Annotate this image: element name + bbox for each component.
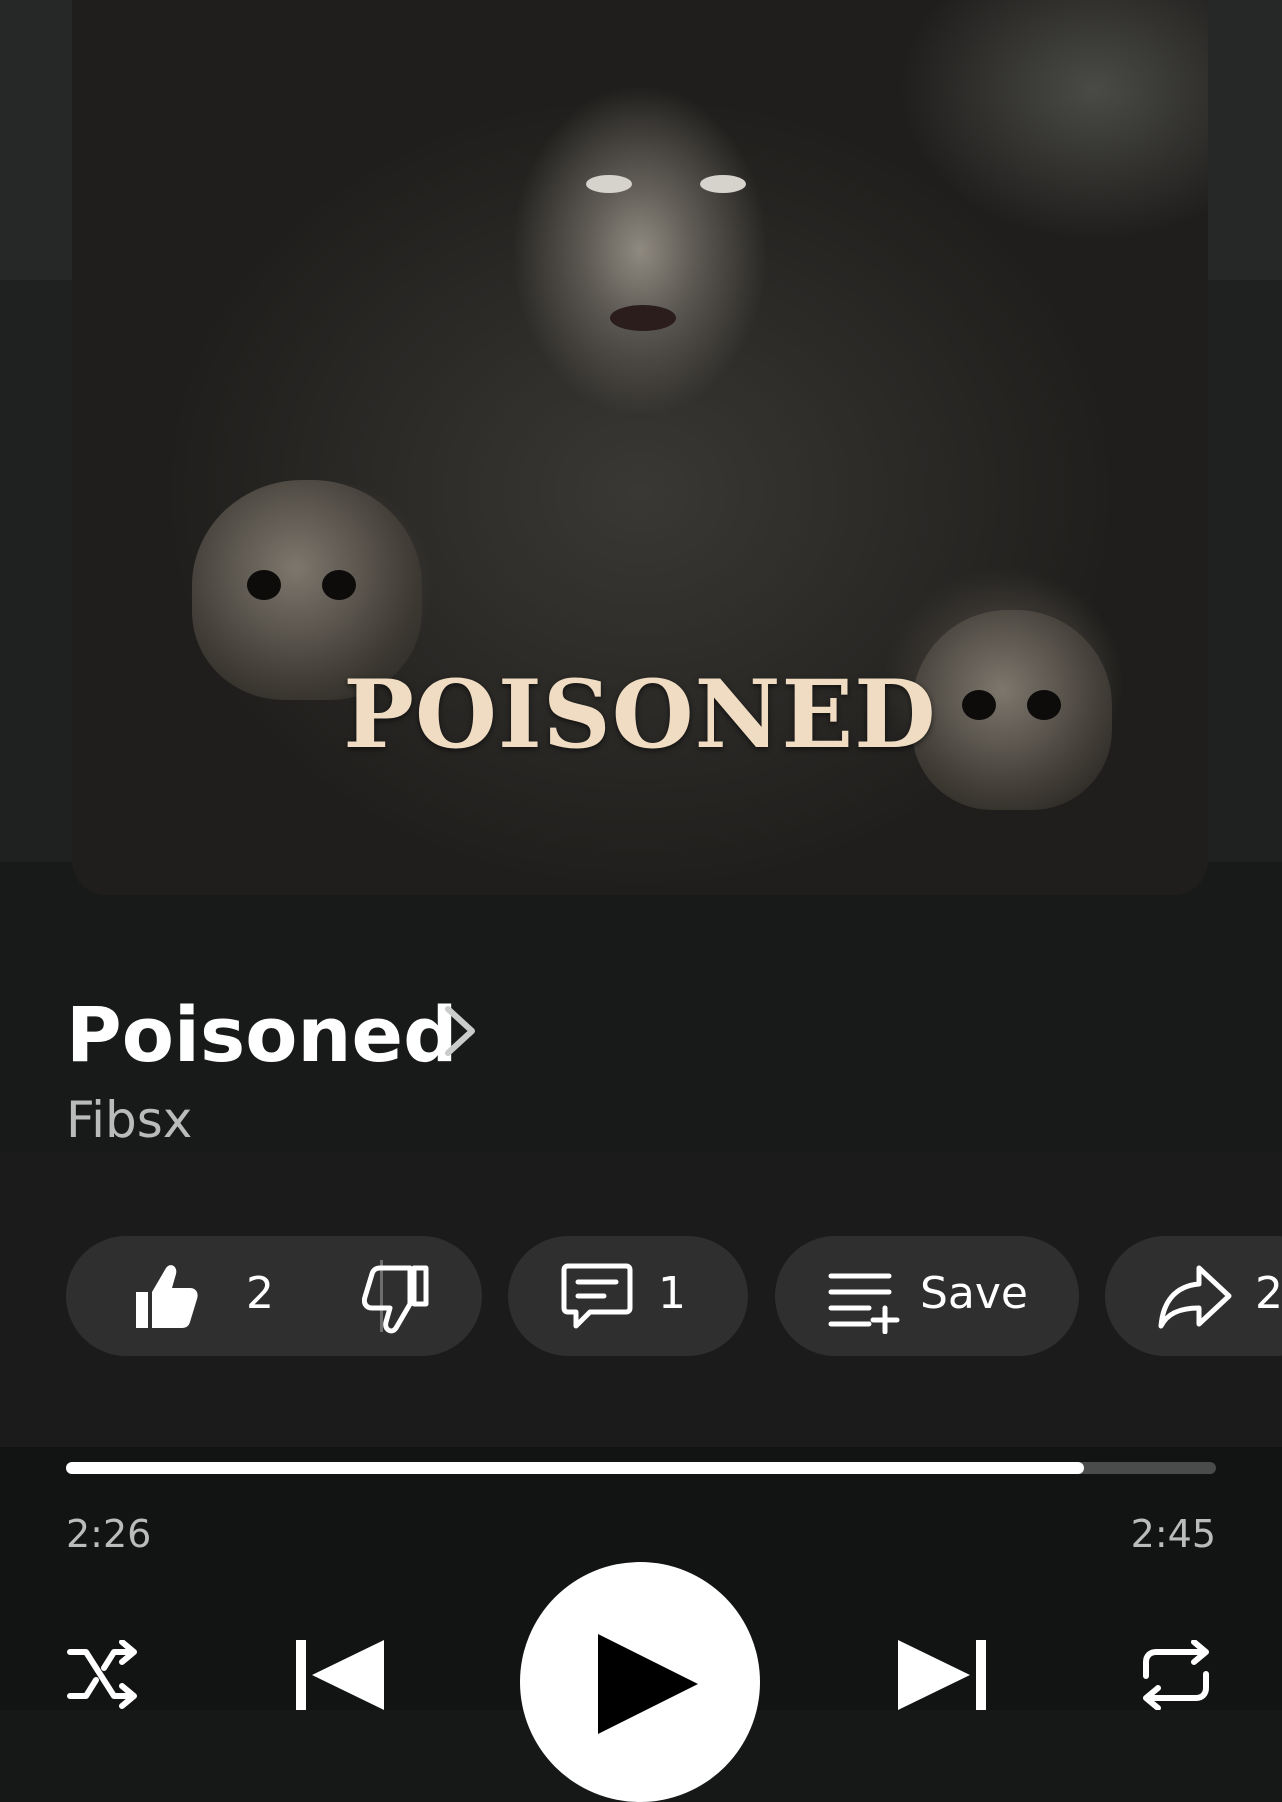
- playlist-add-icon: [828, 1273, 900, 1334]
- seek-bar-progress: [66, 1462, 1084, 1474]
- play-button[interactable]: [520, 1562, 760, 1802]
- previous-icon[interactable]: [292, 1640, 388, 1710]
- comment-count: 1: [658, 1268, 686, 1319]
- thumbs-down-icon[interactable]: [362, 1264, 432, 1334]
- share-icon: [1158, 1265, 1232, 1329]
- like-dislike-chip: 2: [66, 1236, 482, 1356]
- share-count: 2: [1255, 1268, 1282, 1319]
- art-eye-right: [700, 175, 746, 193]
- artist-name[interactable]: Fibsx: [66, 1090, 192, 1150]
- next-icon[interactable]: [894, 1640, 990, 1710]
- chevron-right-icon[interactable]: [440, 1005, 480, 1057]
- shuffle-icon[interactable]: [66, 1640, 144, 1710]
- repeat-icon[interactable]: [1138, 1640, 1214, 1710]
- comment-icon: [561, 1263, 633, 1329]
- art-mouth: [610, 305, 676, 331]
- save-button[interactable]: Save: [775, 1236, 1079, 1356]
- album-art[interactable]: POISONED: [72, 0, 1208, 895]
- save-label: Save: [920, 1268, 1029, 1319]
- total-duration: 2:45: [1130, 1512, 1216, 1556]
- like-count: 2: [246, 1268, 274, 1319]
- play-icon: [598, 1634, 698, 1734]
- comments-button[interactable]: 1: [508, 1236, 748, 1356]
- seek-bar[interactable]: [66, 1462, 1216, 1474]
- share-button[interactable]: 2: [1105, 1236, 1282, 1356]
- art-title-text: POISONED: [343, 660, 937, 770]
- thumbs-up-icon[interactable]: [130, 1262, 200, 1332]
- art-eye-left: [586, 175, 632, 193]
- elapsed-time: 2:26: [66, 1512, 152, 1556]
- song-title[interactable]: Poisoned: [66, 990, 457, 1080]
